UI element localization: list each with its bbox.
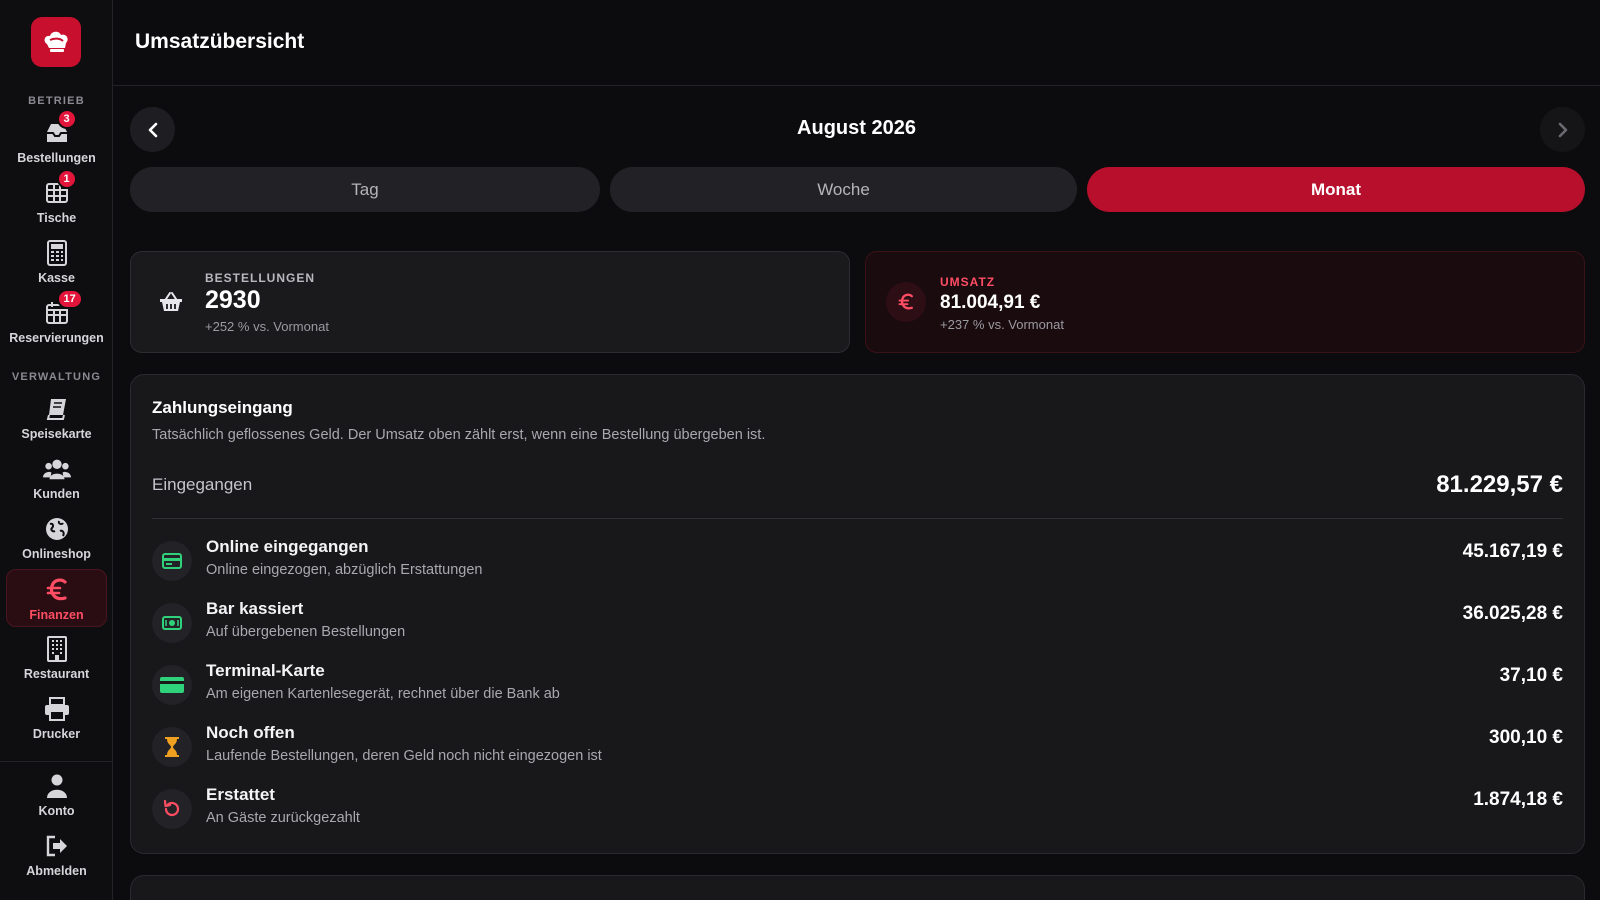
- sidebar-item-customers[interactable]: Kunden: [6, 449, 107, 507]
- sidebar-item-reservations[interactable]: 17 Reservierungen: [6, 289, 107, 351]
- credit-card-icon: [152, 541, 192, 581]
- payment-row-amount: 37,10 €: [1499, 665, 1563, 686]
- payment-row-subtitle: Online eingezogen, abzüglich Erstattunge…: [206, 562, 483, 578]
- book-icon: [43, 395, 71, 423]
- orders-stat-card: BESTELLUNGEN 2930 +252 % vs. Vormonat: [130, 251, 850, 353]
- sidebar-item-logout[interactable]: Abmelden: [6, 826, 107, 884]
- calculator-icon: [43, 239, 71, 267]
- payment-row-refunded: Erstattet An Gäste zurückgezahlt 1.874,1…: [152, 783, 1563, 839]
- payment-row-terminal: Terminal-Karte Am eigenen Kartenlesegerä…: [152, 659, 1563, 715]
- page-title: Umsatzübersicht: [135, 30, 305, 53]
- hourglass-icon: [152, 727, 192, 767]
- sidebar-item-onlineshop[interactable]: Onlineshop: [6, 509, 107, 567]
- sidebar-item-label: Onlineshop: [22, 547, 91, 561]
- refund-icon: [152, 789, 192, 829]
- sidebar-item-tables[interactable]: 1 Tische: [6, 169, 107, 231]
- payment-row-amount: 1.874,18 €: [1473, 789, 1563, 810]
- sidebar-item-label: Restaurant: [23, 667, 90, 681]
- calendar-icon: 17: [43, 289, 83, 327]
- tab-month[interactable]: Monat: [1087, 167, 1585, 212]
- card-terminal-icon: [152, 665, 192, 705]
- payment-row-amount: 45.167,19 €: [1462, 541, 1563, 562]
- payment-row-title: Erstattet: [206, 785, 275, 804]
- printer-icon: [43, 695, 71, 723]
- basket-icon: [151, 282, 191, 322]
- main-content: August 2026 Tag Woche Monat BESTELLUNGEN…: [113, 86, 1600, 900]
- user-icon: [43, 772, 71, 800]
- sidebar-item-orders[interactable]: 3 Bestellungen: [6, 109, 107, 171]
- payment-row-title: Bar kassiert: [206, 599, 304, 618]
- sidebar-item-label: Kunden: [33, 487, 80, 501]
- sidebar-item-label: Bestellungen: [17, 151, 96, 165]
- received-total-value: 81.229,57 €: [1436, 471, 1563, 498]
- secondary-panel: [130, 875, 1585, 900]
- header: Umsatzübersicht: [113, 0, 1600, 86]
- sidebar-item-label: Speisekarte: [21, 427, 92, 441]
- orders-stat-value: 2930: [205, 286, 261, 314]
- payment-row-online: Online eingegangen Online eingezogen, ab…: [152, 535, 1563, 591]
- sidebar-item-label: Tische: [36, 211, 77, 225]
- received-total-label: Eingegangen: [152, 475, 253, 494]
- sidebar-item-account[interactable]: Konto: [6, 766, 107, 824]
- revenue-stat-value: 81.004,91 €: [940, 292, 1041, 313]
- building-icon: [43, 635, 71, 663]
- section-label-operations: BETRIEB: [28, 95, 85, 107]
- payment-row-title: Online eingegangen: [206, 537, 369, 556]
- payment-row-amount: 300,10 €: [1489, 727, 1563, 748]
- logout-icon: [43, 832, 71, 860]
- chef-hat-logo-icon: [44, 31, 68, 52]
- payment-row-subtitle: An Gäste zurückgezahlt: [206, 810, 360, 826]
- sidebar-item-label: Finanzen: [29, 608, 84, 622]
- sidebar-divider: [0, 761, 113, 762]
- reservations-badge: 17: [56, 289, 83, 309]
- globe-icon: [43, 515, 71, 543]
- app-logo[interactable]: [31, 17, 81, 67]
- euro-icon: [886, 282, 926, 322]
- revenue-stat-change: +237 % vs. Vormonat: [940, 317, 1064, 332]
- orders-stat-change: +252 % vs. Vormonat: [205, 319, 329, 334]
- payment-row-title: Terminal-Karte: [206, 661, 325, 680]
- chevron-right-icon: [1558, 122, 1567, 137]
- sidebar-item-restaurant[interactable]: Restaurant: [6, 629, 107, 687]
- panel-divider: [152, 518, 1563, 519]
- payment-row-amount: 36.025,28 €: [1462, 603, 1563, 624]
- payment-row-subtitle: Laufende Bestellungen, deren Geld noch n…: [206, 748, 602, 764]
- payment-row-title: Noch offen: [206, 723, 295, 742]
- inbox-icon: 3: [43, 109, 77, 147]
- payments-description: Tatsächlich geflossenes Geld. Der Umsatz…: [152, 427, 766, 443]
- sidebar-item-label: Reservierungen: [9, 331, 104, 345]
- payment-row-open: Noch offen Laufende Bestellungen, deren …: [152, 721, 1563, 777]
- payments-panel: Zahlungseingang Tatsächlich geflossenes …: [130, 374, 1585, 854]
- payment-row-cash: Bar kassiert Auf übergebenen Bestellunge…: [152, 597, 1563, 653]
- tables-badge: 1: [56, 169, 77, 189]
- sidebar-item-label: Drucker: [32, 727, 81, 741]
- sidebar: BETRIEB 3 Bestellungen 1 Tische Kasse 17…: [0, 0, 113, 900]
- payment-row-subtitle: Auf übergebenen Bestellungen: [206, 624, 406, 640]
- table-grid-icon: 1: [43, 169, 77, 207]
- sidebar-item-register[interactable]: Kasse: [6, 233, 107, 291]
- next-period-button[interactable]: [1540, 107, 1585, 152]
- sidebar-item-finances[interactable]: Finanzen: [6, 569, 107, 627]
- tab-day[interactable]: Tag: [130, 167, 600, 212]
- sidebar-item-menu[interactable]: Speisekarte: [6, 389, 107, 447]
- sidebar-item-label: Abmelden: [26, 864, 87, 878]
- users-icon: [42, 455, 71, 483]
- euro-icon: [43, 576, 71, 604]
- sidebar-item-printer[interactable]: Drucker: [6, 689, 107, 747]
- sidebar-item-label: Kasse: [38, 271, 75, 285]
- tab-week[interactable]: Woche: [610, 167, 1077, 212]
- revenue-stat-label: UMSATZ: [940, 275, 996, 289]
- orders-badge: 3: [56, 109, 77, 129]
- payments-title: Zahlungseingang: [152, 398, 293, 417]
- payment-row-subtitle: Am eigenen Kartenlesegerät, rechnet über…: [206, 686, 560, 702]
- orders-stat-label: BESTELLUNGEN: [205, 271, 316, 285]
- revenue-stat-card: UMSATZ 81.004,91 € +237 % vs. Vormonat: [865, 251, 1585, 353]
- sidebar-item-label: Konto: [38, 804, 75, 818]
- period-label: August 2026: [797, 117, 916, 139]
- section-label-admin: VERWALTUNG: [11, 371, 102, 383]
- banknote-icon: [152, 603, 192, 643]
